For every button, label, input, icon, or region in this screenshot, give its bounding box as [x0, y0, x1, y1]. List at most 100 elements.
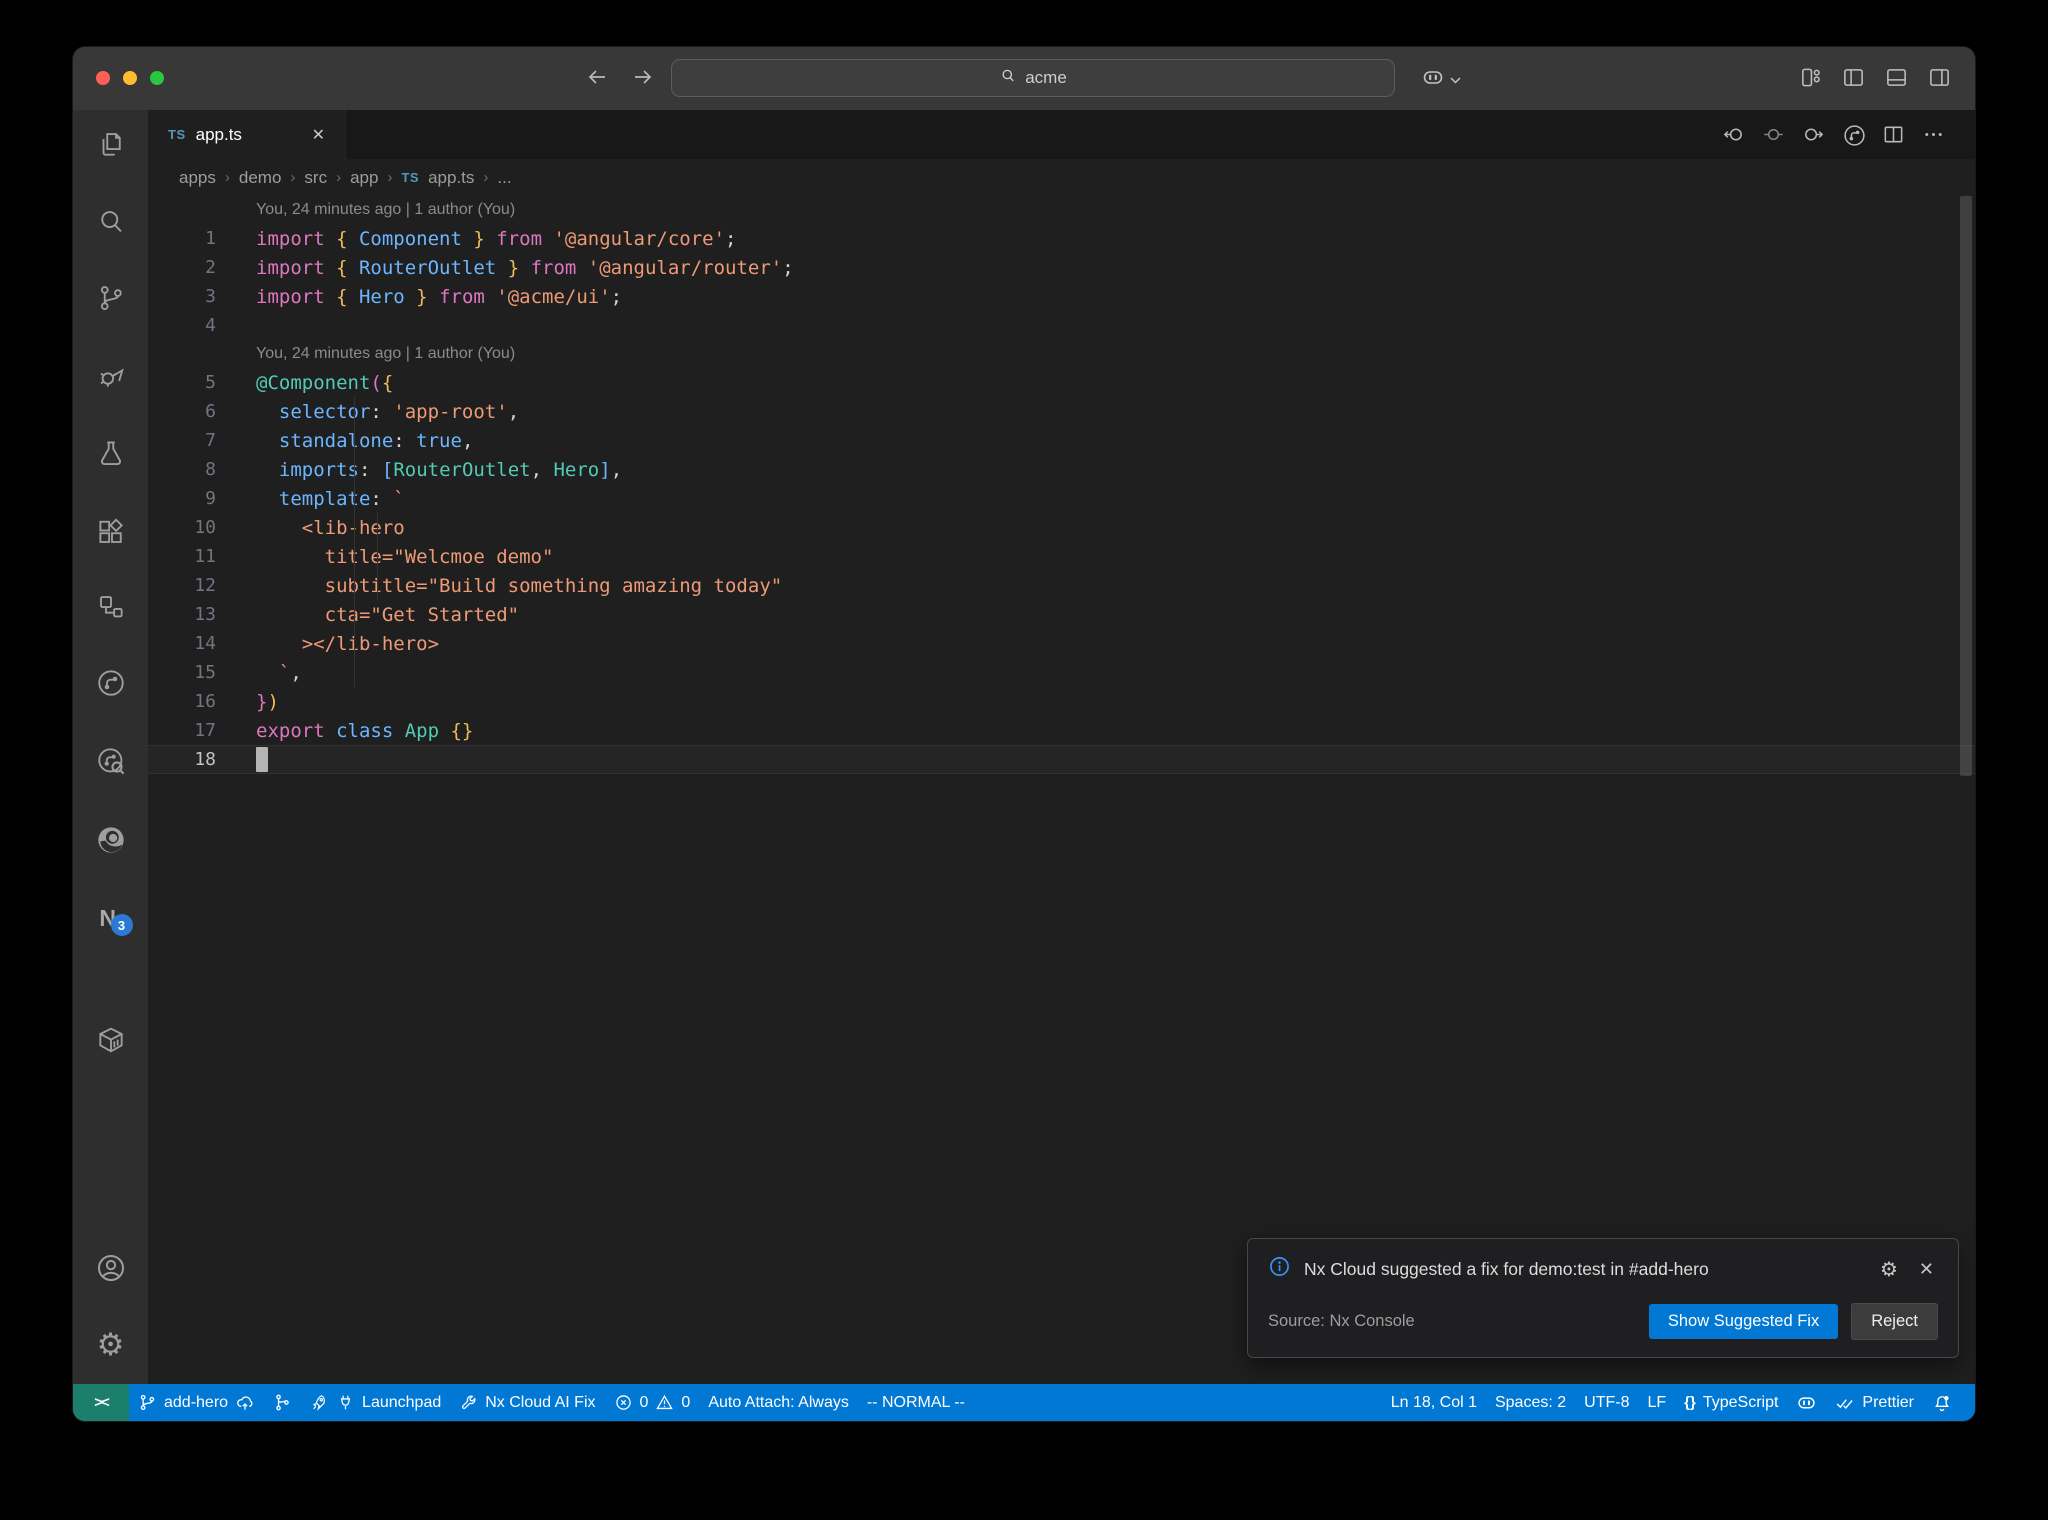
containers-icon[interactable]: [94, 1023, 128, 1057]
code-line-17[interactable]: 17 export class App {}: [148, 716, 1975, 745]
editor[interactable]: You, 24 minutes ago | 1 author (You) 1 imp…: [148, 196, 1975, 1384]
nav-back-icon[interactable]: [1722, 123, 1745, 146]
auto-attach-item[interactable]: Auto Attach: Always: [699, 1384, 858, 1421]
toggle-panel-icon[interactable]: [1885, 66, 1908, 89]
cursor-position-item[interactable]: Ln 18, Col 1: [1382, 1384, 1486, 1421]
breadcrumb-item-app[interactable]: app: [350, 168, 378, 188]
run-debug-icon[interactable]: [94, 359, 128, 393]
breadcrumb-item-file[interactable]: app.ts: [428, 168, 474, 188]
breadcrumb-item-demo[interactable]: demo: [239, 168, 282, 188]
formatter-item[interactable]: Prettier: [1826, 1384, 1923, 1421]
toggle-primary-sidebar-icon[interactable]: [1842, 66, 1865, 89]
code-line-6[interactable]: 6 selector: 'app-root',: [148, 397, 1975, 426]
minimize-window-button[interactable]: [123, 71, 137, 85]
code-line-9[interactable]: 9 template: `: [148, 484, 1975, 513]
show-suggested-fix-button[interactable]: Show Suggested Fix: [1648, 1304, 1839, 1339]
customize-layout-icon[interactable]: [1799, 66, 1822, 89]
branch-indicator[interactable]: add-hero: [129, 1384, 264, 1421]
tab-bar: TS app.ts ✕: [148, 110, 1975, 159]
command-center-search[interactable]: acme: [671, 59, 1395, 97]
explorer-icon[interactable]: [94, 127, 128, 161]
code-line-3[interactable]: 3 import { Hero } from '@acme/ui';: [148, 282, 1975, 311]
remote-indicator[interactable]: ><: [73, 1384, 129, 1421]
nx-run-target-icon[interactable]: [1842, 123, 1865, 146]
hierarchy-icon[interactable]: [94, 590, 128, 624]
launchpad-item[interactable]: Launchpad: [301, 1384, 450, 1421]
blame-annotation: You, 24 minutes ago | 1 author (You): [256, 201, 516, 218]
code-line-15[interactable]: 15 `,: [148, 658, 1975, 687]
copilot-menu[interactable]: [1421, 65, 1461, 94]
search-value: acme: [1025, 68, 1067, 87]
status-bar: >< add-hero Launchpad Nx Cloud AI Fix 0 …: [73, 1384, 1975, 1421]
close-window-button[interactable]: [96, 71, 110, 85]
notification-settings-icon[interactable]: ⚙: [1876, 1257, 1902, 1281]
more-actions-icon[interactable]: [1922, 123, 1945, 146]
breadcrumb-item-symbol[interactable]: ...: [497, 168, 511, 188]
code-line-11[interactable]: 11 title="Welcmoe demo": [148, 542, 1975, 571]
nx-console-icon[interactable]: N› 3: [94, 901, 133, 936]
split-editor-icon[interactable]: [1882, 123, 1905, 146]
code-line-2[interactable]: 2 import { RouterOutlet } from '@angular/…: [148, 253, 1975, 282]
nav-forward-icon[interactable]: [1802, 123, 1825, 146]
code-line-16[interactable]: 16}): [148, 687, 1975, 716]
notification-message: Nx Cloud suggested a fix for demo:test i…: [1304, 1258, 1709, 1279]
typescript-file-icon: TS: [401, 170, 420, 185]
extensions-icon[interactable]: [94, 515, 128, 549]
accounts-icon[interactable]: [94, 1251, 128, 1285]
code-line-8[interactable]: 8 imports: [RouterOutlet, Hero],: [148, 455, 1975, 484]
copilot-icon: [1421, 65, 1445, 94]
code-line-10[interactable]: 10 <lib-hero: [148, 513, 1975, 542]
testing-icon[interactable]: [94, 436, 128, 470]
reject-button[interactable]: Reject: [1851, 1303, 1938, 1340]
nx-project-graph-icon[interactable]: [94, 666, 128, 700]
nx-cloud-icon[interactable]: [94, 744, 128, 778]
breadcrumb-separator: ›: [483, 169, 489, 186]
cloud-upload-icon: [235, 1393, 255, 1413]
blame-annotation: You, 24 minutes ago | 1 author (You): [256, 345, 516, 362]
rocket-icon: [310, 1393, 329, 1412]
encoding-item[interactable]: UTF-8: [1575, 1384, 1638, 1421]
copilot-status-item[interactable]: [1787, 1384, 1826, 1421]
breadcrumb-separator: ›: [387, 169, 393, 186]
code-line-12[interactable]: 12 subtitle="Build something amazing tod…: [148, 571, 1975, 600]
eol-item[interactable]: LF: [1638, 1384, 1675, 1421]
tab-label: app.ts: [195, 124, 242, 144]
plug-icon: [336, 1393, 355, 1412]
editor-scrollbar[interactable]: [1960, 196, 1972, 776]
search-icon[interactable]: [94, 205, 128, 239]
problems-item[interactable]: 0 0: [605, 1384, 700, 1421]
notification-close-icon[interactable]: ✕: [1915, 1259, 1938, 1280]
code-line-7[interactable]: 7 standalone: true,: [148, 426, 1975, 455]
settings-gear-icon[interactable]: ⚙: [94, 1327, 128, 1363]
traffic-lights: [96, 71, 164, 85]
zoom-window-button[interactable]: [150, 71, 164, 85]
activity-bar: N› 3 ⚙: [73, 110, 148, 1384]
double-check-icon: [1835, 1393, 1855, 1413]
code-line-5[interactable]: 5 @Component({: [148, 368, 1975, 397]
notifications-bell-item[interactable]: [1923, 1384, 1961, 1421]
history-back-icon[interactable]: [585, 65, 609, 89]
code-line-4[interactable]: 4: [148, 311, 1975, 340]
nx-cloud-fix-item[interactable]: Nx Cloud AI Fix: [450, 1384, 604, 1421]
tab-app-ts[interactable]: TS app.ts ✕: [148, 110, 346, 159]
source-control-icon[interactable]: [94, 281, 128, 315]
history-forward-icon[interactable]: [631, 65, 655, 89]
language-mode-item[interactable]: {} TypeScript: [1675, 1384, 1787, 1421]
bell-icon: [1932, 1393, 1952, 1413]
code-line-14[interactable]: 14 ></lib-hero>: [148, 629, 1975, 658]
breadcrumb: apps › demo › src › app › TS app.ts › ..…: [148, 159, 1975, 196]
toggle-secondary-sidebar-icon[interactable]: [1928, 66, 1951, 89]
indentation-item[interactable]: Spaces: 2: [1486, 1384, 1575, 1421]
breadcrumb-item-apps[interactable]: apps: [179, 168, 216, 188]
edge-browser-icon[interactable]: [94, 823, 128, 857]
tab-close-icon[interactable]: ✕: [308, 123, 329, 147]
copilot-icon: [1796, 1392, 1817, 1413]
breadcrumb-item-src[interactable]: src: [304, 168, 327, 188]
source-control-graph-item[interactable]: [264, 1384, 301, 1421]
git-branch-icon: [138, 1393, 157, 1412]
code-line-13[interactable]: 13 cta="Get Started": [148, 600, 1975, 629]
code-line-18[interactable]: 18: [148, 745, 1975, 774]
code-line-1[interactable]: 1 import { Component } from '@angular/cor…: [148, 224, 1975, 253]
vim-mode-indicator[interactable]: -- NORMAL --: [858, 1384, 974, 1421]
nav-position-icon[interactable]: [1762, 123, 1785, 146]
